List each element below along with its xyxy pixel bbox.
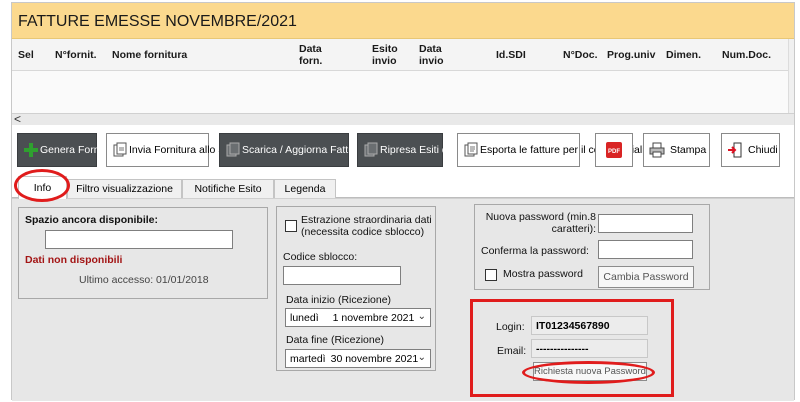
code-field[interactable] bbox=[283, 266, 401, 285]
tab-notifiche-label: Notifiche Esito bbox=[194, 183, 262, 195]
end-date-picker[interactable]: martedì 30 novembre 2021 ⌄ bbox=[285, 349, 431, 368]
column-header-num-fornitura[interactable]: N°fornit. bbox=[55, 39, 97, 71]
chiudi-button[interactable]: Chiudi bbox=[721, 133, 780, 167]
login-label: Login: bbox=[496, 321, 525, 333]
chevron-down-icon: ⌄ bbox=[417, 311, 426, 322]
extraction-box: Estrazione straordinaria dati (necessita… bbox=[276, 206, 436, 371]
download-document-icon bbox=[224, 141, 242, 159]
show-password-checkbox[interactable] bbox=[485, 269, 497, 281]
request-password-label: Richiesta nuova Password bbox=[534, 366, 646, 377]
esporta-fatture-button[interactable]: Esporta le fatture per il commercialista bbox=[457, 133, 659, 167]
start-day: lunedì bbox=[290, 311, 319, 324]
column-header-data-fornitura[interactable]: Data forn. bbox=[299, 39, 339, 71]
column-header-esito-invio[interactable]: Esito invio bbox=[372, 39, 412, 71]
history-document-icon bbox=[362, 141, 380, 159]
chiudi-label: Chiudi bbox=[748, 144, 778, 156]
chevron-down-icon: ⌄ bbox=[417, 352, 426, 363]
email-label: Email: bbox=[497, 345, 527, 357]
column-header-data-invio[interactable]: Data invio bbox=[419, 39, 459, 71]
request-password-button[interactable]: Richiesta nuova Password bbox=[533, 362, 647, 381]
pdf-icon-text: PDF bbox=[608, 149, 620, 155]
ripresa-esiti-button[interactable]: Ripresa Esiti dal 2022 bbox=[357, 133, 482, 167]
grid-header: Sel N°fornit. Nome fornitura Data forn. … bbox=[12, 39, 788, 71]
code-label: Codice sblocco: bbox=[283, 251, 358, 263]
space-box: Spazio ancora disponibile: Dati non disp… bbox=[18, 207, 268, 299]
start-date: 1 novembre 2021 bbox=[332, 311, 415, 324]
tab-legenda[interactable]: Legenda bbox=[274, 179, 336, 198]
scarica-aggiorna-button[interactable]: Scarica / Aggiorna Fatture ed Esiti bbox=[219, 133, 401, 167]
last-access-text: Ultimo accesso: 01/01/2018 bbox=[79, 274, 209, 286]
email-field: --------------- bbox=[531, 339, 648, 358]
grid-horizontal-scrollbar[interactable]: < bbox=[12, 112, 794, 126]
window-title: FATTURE EMESSE NOVEMBRE/2021 bbox=[18, 13, 297, 30]
tab-legenda-label: Legenda bbox=[284, 183, 326, 195]
change-password-button[interactable]: Cambia Password bbox=[598, 266, 694, 288]
stampa-button[interactable]: Stampa bbox=[643, 133, 710, 167]
column-header-nome-fornitura[interactable]: Nome fornitura bbox=[112, 39, 187, 71]
confirm-password-label: Conferma la password: bbox=[481, 245, 589, 257]
scroll-left-icon[interactable]: < bbox=[14, 112, 21, 126]
toolbar: Genera Fornitura Invia Fornitura allo SD… bbox=[12, 125, 794, 175]
tab-notifiche-esito[interactable]: Notifiche Esito bbox=[182, 179, 274, 198]
column-header-num-documenti[interactable]: Num.Doc. bbox=[722, 39, 771, 71]
space-field[interactable] bbox=[45, 230, 233, 249]
tab-info[interactable]: Info bbox=[18, 176, 67, 199]
login-field: IT01234567890 bbox=[531, 316, 648, 335]
send-document-icon bbox=[111, 141, 129, 159]
genera-fornitura-button[interactable]: Genera Fornitura bbox=[17, 133, 120, 167]
exit-door-icon bbox=[726, 141, 744, 159]
esporta-fatture-label: Esporta le fatture per il commercialista bbox=[480, 144, 659, 156]
column-header-sel[interactable]: Sel bbox=[18, 39, 34, 71]
end-date: 30 novembre 2021 bbox=[330, 352, 419, 365]
grid-vertical-scrollbar[interactable] bbox=[788, 39, 794, 113]
no-data-text: Dati non disponibili bbox=[25, 254, 123, 266]
new-password-field[interactable] bbox=[598, 214, 693, 233]
column-header-num-doc[interactable]: N°Doc. bbox=[563, 39, 598, 71]
show-password-label: Mostra password bbox=[503, 268, 583, 280]
space-label: Spazio ancora disponibile: bbox=[25, 214, 159, 226]
pdf-button[interactable]: PDF bbox=[595, 133, 633, 167]
end-date-label: Data fine (Ricezione) bbox=[286, 334, 385, 346]
invoice-window: FATTURE EMESSE NOVEMBRE/2021 Sel N°forni… bbox=[11, 2, 795, 401]
start-date-label: Data inizio (Ricezione) bbox=[286, 294, 392, 306]
tab-bar: Info Filtro visualizzazione Notifiche Es… bbox=[12, 176, 794, 199]
column-header-id-sdi[interactable]: Id.SDI bbox=[496, 39, 526, 71]
pdf-icon: PDF bbox=[604, 140, 624, 160]
invoice-grid: Sel N°fornit. Nome fornitura Data forn. … bbox=[12, 39, 794, 113]
end-day: martedì bbox=[290, 352, 326, 365]
change-password-label: Cambia Password bbox=[603, 271, 689, 283]
extraction-checkbox[interactable] bbox=[285, 220, 297, 232]
tab-filtro-label: Filtro visualizzazione bbox=[76, 183, 173, 195]
start-date-picker[interactable]: lunedì 1 novembre 2021 ⌄ bbox=[285, 308, 431, 327]
tab-info-label: Info bbox=[33, 182, 52, 194]
stampa-label: Stampa bbox=[670, 144, 707, 156]
column-header-dimensione[interactable]: Dimen. bbox=[666, 39, 701, 71]
invia-fornitura-button[interactable]: Invia Fornitura allo SDI bbox=[106, 133, 236, 167]
password-box: Nuova password (min.8 caratteri): Confer… bbox=[474, 204, 710, 290]
export-document-icon bbox=[462, 141, 480, 159]
new-password-label: Nuova password (min.8 caratteri): bbox=[485, 211, 596, 235]
info-panel: Spazio ancora disponibile: Dati non disp… bbox=[12, 198, 794, 401]
column-header-prog-univ[interactable]: Prog.univ bbox=[607, 39, 655, 71]
plus-icon bbox=[22, 141, 40, 159]
printer-icon bbox=[648, 141, 666, 159]
grid-rows bbox=[12, 71, 788, 113]
extraction-checkbox-label: Estrazione straordinaria dati (necessita… bbox=[301, 214, 432, 238]
confirm-password-field[interactable] bbox=[598, 240, 693, 259]
tab-filtro-visualizzazione[interactable]: Filtro visualizzazione bbox=[67, 179, 182, 198]
title-bar: FATTURE EMESSE NOVEMBRE/2021 bbox=[12, 3, 794, 39]
